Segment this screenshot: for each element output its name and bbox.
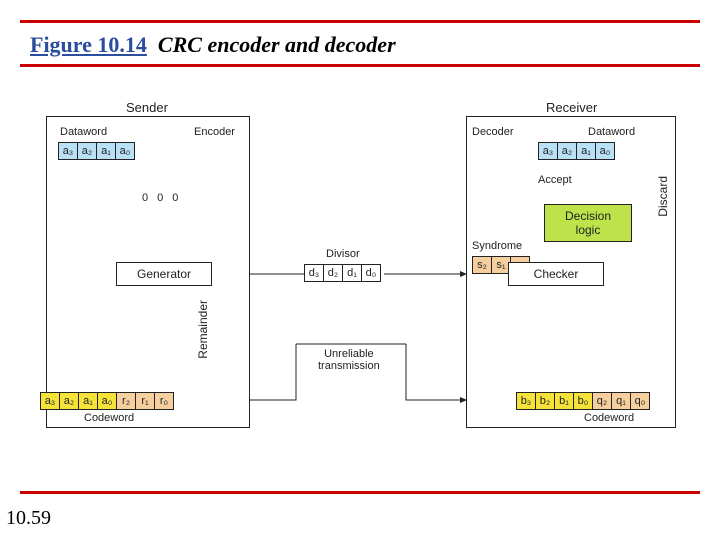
- receiver-dataword-label: Dataword: [588, 126, 635, 138]
- bit-cell: d₂: [324, 265, 343, 282]
- sender-title: Sender: [126, 100, 168, 115]
- zero-pad: 000: [142, 192, 187, 204]
- bit-cell: a₃: [539, 143, 558, 160]
- zero: 0: [157, 192, 172, 204]
- bit-cell: r₁: [136, 393, 155, 410]
- syndrome-label: Syndrome: [472, 240, 522, 252]
- receiver-codeword-label: Codeword: [584, 412, 634, 424]
- bit-cell: a₁: [577, 143, 596, 160]
- bit-cell: a₁: [79, 393, 98, 410]
- bit-cell: r₂: [117, 393, 136, 410]
- figure-caption: CRC encoder and decoder: [158, 32, 396, 57]
- decoder-label: Decoder: [472, 126, 514, 138]
- receiver-title: Receiver: [546, 100, 597, 115]
- remainder-label: Remainder: [196, 300, 210, 359]
- bit-cell: q₁: [612, 393, 631, 410]
- diagram-stage: Sender Dataword Encoder a₃ a₂ a₁ a₀ 000 …: [46, 100, 674, 480]
- bit-cell: b₀: [574, 393, 593, 410]
- zero: 0: [172, 192, 187, 204]
- encoder-label: Encoder: [194, 126, 235, 138]
- bit-cell: a₃: [59, 143, 78, 160]
- bit-cell: a₀: [98, 393, 117, 410]
- bit-cell: a₂: [558, 143, 577, 160]
- bit-cell: b₃: [517, 393, 536, 410]
- bit-cell: d₃: [305, 265, 324, 282]
- generator-box: Generator: [116, 262, 212, 286]
- discard-label: Discard: [656, 176, 670, 217]
- bit-cell: a₂: [60, 393, 79, 410]
- bit-cell: s₂: [473, 257, 492, 274]
- divisor-bits: d₃ d₂ d₁ d₀: [304, 264, 381, 282]
- receiver-dataword-bits: a₃ a₂ a₁ a₀: [538, 142, 615, 160]
- checker-box: Checker: [508, 262, 604, 286]
- bit-cell: a₀: [596, 143, 615, 160]
- divisor-label: Divisor: [326, 248, 360, 260]
- receiver-codeword-bits: b₃ b₂ b₁ b₀ q₂ q₁ q₀: [516, 392, 650, 410]
- bit-cell: d₁: [343, 265, 362, 282]
- figure-heading: Figure 10.14 CRC encoder and decoder: [30, 32, 396, 58]
- sender-codeword-bits: a₃ a₂ a₁ a₀ r₂ r₁ r₀: [40, 392, 174, 410]
- bit-cell: q₀: [631, 393, 650, 410]
- bit-cell: r₀: [155, 393, 174, 410]
- channel-label: Unreliable transmission: [318, 348, 380, 372]
- top-rule: [20, 20, 700, 23]
- sender-codeword-label: Codeword: [84, 412, 134, 424]
- bit-cell: a₃: [41, 393, 60, 410]
- page-number: 10.59: [6, 507, 51, 530]
- bit-cell: q₂: [593, 393, 612, 410]
- bottom-rule: [20, 491, 700, 494]
- bit-cell: b₁: [555, 393, 574, 410]
- zero: 0: [142, 192, 157, 204]
- accept-label: Accept: [538, 174, 572, 186]
- bit-cell: d₀: [362, 265, 381, 282]
- sender-dataword-bits: a₃ a₂ a₁ a₀: [58, 142, 135, 160]
- sender-dataword-label: Dataword: [60, 126, 107, 138]
- bit-cell: a₁: [97, 143, 116, 160]
- figure-number: Figure 10.14: [30, 32, 147, 57]
- bit-cell: a₀: [116, 143, 135, 160]
- decision-logic-box: Decision logic: [544, 204, 632, 242]
- bit-cell: b₂: [536, 393, 555, 410]
- bit-cell: a₂: [78, 143, 97, 160]
- under-title-rule: [20, 64, 700, 67]
